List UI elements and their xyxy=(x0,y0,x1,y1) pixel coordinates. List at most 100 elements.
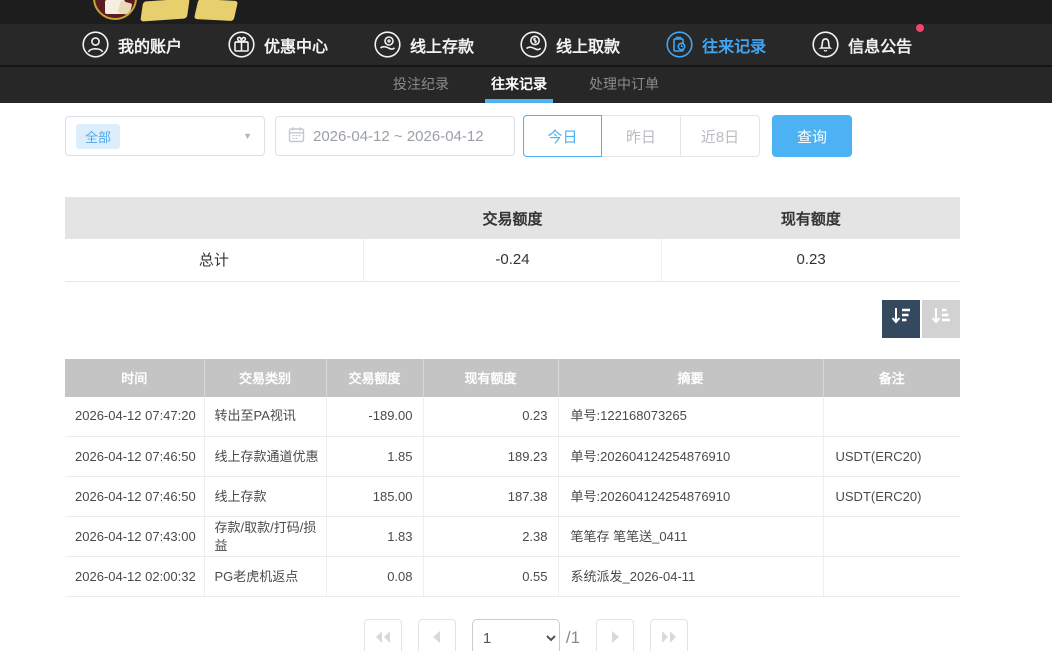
nav-item-label: 线上存款 xyxy=(410,33,474,57)
last-page-button[interactable] xyxy=(650,619,688,651)
user-icon xyxy=(82,31,109,58)
page-select[interactable]: 1 xyxy=(472,619,560,651)
cell-remark xyxy=(823,517,960,557)
records-icon xyxy=(666,31,693,58)
col-header-remark: 备注 xyxy=(823,359,960,397)
cell-type: 存款/取款/打码/损益 xyxy=(204,517,326,557)
summary-total-label: 总计 xyxy=(65,239,363,281)
cell-balance: 0.55 xyxy=(423,557,558,597)
nav-item-withdraw[interactable]: 线上取款 xyxy=(520,31,620,58)
cell-trade-amount: -189.00 xyxy=(326,397,423,437)
summary-total-balance: 0.23 xyxy=(662,239,960,281)
cell-summary: 系统派发_2026-04-11 xyxy=(558,557,823,597)
yesterday-button[interactable]: 昨日 xyxy=(602,115,681,157)
sort-ascending-icon xyxy=(930,305,952,332)
summary-header-balance: 现有额度 xyxy=(662,197,960,239)
tab-transaction-records[interactable]: 往来记录 xyxy=(487,67,551,103)
first-page-button[interactable] xyxy=(364,619,402,651)
col-header-trade-amount: 交易额度 xyxy=(326,359,423,397)
cell-trade-amount: 0.08 xyxy=(326,557,423,597)
cell-time: 2026-04-12 07:43:00 xyxy=(65,517,204,557)
cell-balance: 0.23 xyxy=(423,397,558,437)
transaction-type-select[interactable]: 全部 ▼ xyxy=(65,116,265,156)
summary-total-row: 总计 -0.24 0.23 xyxy=(65,239,960,281)
top-bar xyxy=(0,0,1052,24)
deposit-icon xyxy=(374,31,401,58)
brand-logo[interactable] xyxy=(93,0,137,20)
calendar-icon xyxy=(288,126,305,147)
brand-wordmark xyxy=(194,0,238,21)
table-row: 2026-04-12 07:43:00 存款/取款/打码/损益 1.83 2.3… xyxy=(65,517,960,557)
cell-time: 2026-04-12 07:46:50 xyxy=(65,437,204,477)
cell-type: 线上存款通道优惠 xyxy=(204,437,326,477)
cell-summary: 单号:202604124254876910 xyxy=(558,437,823,477)
quick-date-group: 今日 昨日 近8日 xyxy=(523,115,760,157)
double-arrow-right-icon xyxy=(661,631,677,646)
summary-total-trade: -0.24 xyxy=(363,239,661,281)
cell-remark xyxy=(823,557,960,597)
table-row: 2026-04-12 07:47:20 转出至PA视讯 -189.00 0.23… xyxy=(65,397,960,437)
double-arrow-left-icon xyxy=(375,631,391,646)
total-pages-label: /1 xyxy=(566,628,580,648)
nav-item-announcements[interactable]: 信息公告 xyxy=(812,31,912,58)
summary-header-blank xyxy=(65,197,363,239)
tab-betting-records[interactable]: 投注纪录 xyxy=(389,67,453,103)
sort-descending-button[interactable] xyxy=(882,300,920,338)
gift-icon xyxy=(228,31,255,58)
filter-bar: 全部 ▼ 2026-04-12 ~ 2026-04-12 今日 昨日 近8日 查… xyxy=(65,116,1052,156)
page-select-wrap: 1 /1 xyxy=(472,619,580,651)
chevron-down-icon: ▼ xyxy=(243,131,252,141)
brand-wordmark xyxy=(140,0,189,22)
cell-balance: 187.38 xyxy=(423,477,558,517)
cell-balance: 189.23 xyxy=(423,437,558,477)
table-row: 2026-04-12 02:00:32 PG老虎机返点 0.08 0.55 系统… xyxy=(65,557,960,597)
nav-item-my-account[interactable]: 我的账户 xyxy=(82,31,182,58)
cell-time: 2026-04-12 02:00:32 xyxy=(65,557,204,597)
sort-controls xyxy=(65,300,960,338)
cell-trade-amount: 1.83 xyxy=(326,517,423,557)
bell-icon xyxy=(812,31,839,58)
arrow-right-icon xyxy=(611,631,620,646)
nav-item-label: 往来记录 xyxy=(702,33,766,57)
nav-item-label: 我的账户 xyxy=(118,33,182,57)
tab-processing-orders[interactable]: 处理中订单 xyxy=(585,67,663,103)
col-header-balance: 现有额度 xyxy=(423,359,558,397)
col-header-time: 时间 xyxy=(65,359,204,397)
table-row: 2026-04-12 07:46:50 线上存款通道优惠 1.85 189.23… xyxy=(65,437,960,477)
summary-header-trade-amount: 交易额度 xyxy=(363,197,661,239)
today-button[interactable]: 今日 xyxy=(523,115,602,157)
records-table: 时间 交易类别 交易额度 现有额度 摘要 备注 2026-04-12 07:47… xyxy=(65,359,960,598)
summary-table: 交易额度 现有额度 总计 -0.24 0.23 xyxy=(65,197,960,282)
arrow-left-icon xyxy=(432,631,441,646)
nav-item-deposit[interactable]: 线上存款 xyxy=(374,31,474,58)
nav-item-promotions[interactable]: 优惠中心 xyxy=(228,31,328,58)
date-range-input[interactable]: 2026-04-12 ~ 2026-04-12 xyxy=(275,116,515,156)
nav-item-label: 优惠中心 xyxy=(264,33,328,57)
sort-ascending-button[interactable] xyxy=(922,300,960,338)
cell-trade-amount: 1.85 xyxy=(326,437,423,477)
cell-summary: 单号:122168073265 xyxy=(558,397,823,437)
cell-remark: USDT(ERC20) xyxy=(823,437,960,477)
previous-page-button[interactable] xyxy=(418,619,456,651)
notification-dot xyxy=(916,24,924,32)
last-8-days-button[interactable]: 近8日 xyxy=(681,115,760,157)
nav-item-label: 线上取款 xyxy=(556,33,620,57)
next-page-button[interactable] xyxy=(596,619,634,651)
cell-type: 转出至PA视讯 xyxy=(204,397,326,437)
cell-summary: 单号:202604124254876910 xyxy=(558,477,823,517)
records-subnav: 投注纪录 往来记录 处理中订单 xyxy=(0,67,1052,103)
nav-item-transaction-records[interactable]: 往来记录 xyxy=(666,31,766,58)
cell-balance: 2.38 xyxy=(423,517,558,557)
cell-time: 2026-04-12 07:47:20 xyxy=(65,397,204,437)
nav-item-label: 信息公告 xyxy=(848,33,912,57)
col-header-summary: 摘要 xyxy=(558,359,823,397)
withdraw-icon xyxy=(520,31,547,58)
cell-remark xyxy=(823,397,960,437)
cell-time: 2026-04-12 07:46:50 xyxy=(65,477,204,517)
selected-type-tag[interactable]: 全部 xyxy=(76,124,120,149)
cell-type: 线上存款 xyxy=(204,477,326,517)
search-button[interactable]: 查询 xyxy=(772,115,852,157)
col-header-type: 交易类别 xyxy=(204,359,326,397)
cell-summary: 笔笔存 笔笔送_0411 xyxy=(558,517,823,557)
records-header-row: 时间 交易类别 交易额度 现有额度 摘要 备注 xyxy=(65,359,960,397)
